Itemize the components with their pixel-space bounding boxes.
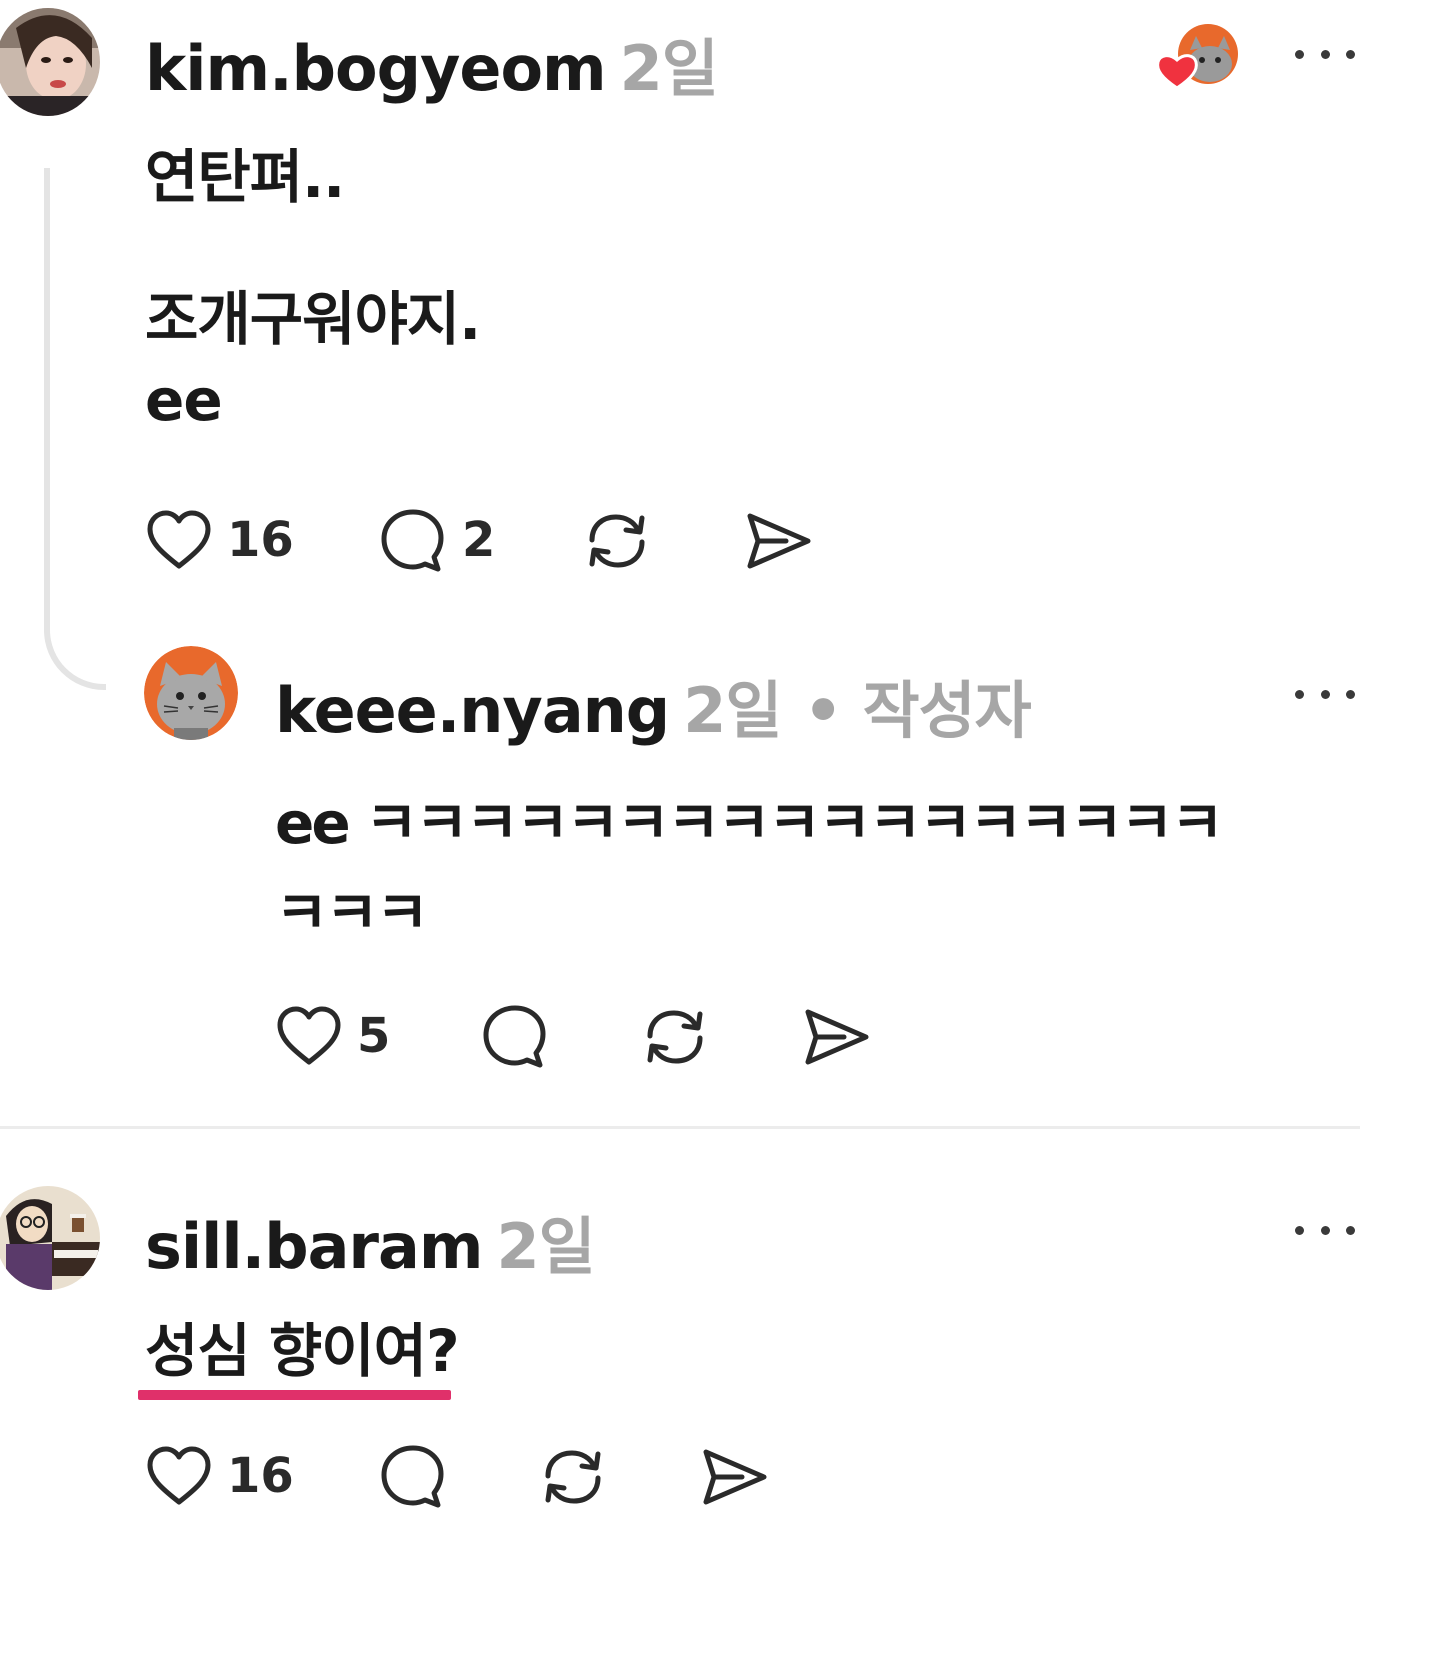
like-button[interactable]: 16 xyxy=(145,1444,294,1508)
like-button[interactable]: 16 xyxy=(145,508,294,572)
comment-count: 2 xyxy=(462,512,496,568)
repost-icon xyxy=(647,1010,703,1064)
more-icon-dot xyxy=(1346,1225,1355,1235)
username-keee-nyang[interactable]: keee.nyang 2일 • 작성자 xyxy=(275,660,1032,750)
post-text-line: 연탄펴.. xyxy=(145,143,345,211)
post-text-line: 성심 향이여? xyxy=(145,1317,460,1385)
username-text[interactable]: keee.nyang xyxy=(275,674,670,747)
reply-text-line: ㅋㅋㅋ xyxy=(275,879,429,947)
more-icon-dot xyxy=(1320,689,1330,699)
repost-button[interactable] xyxy=(582,506,652,576)
repost-button[interactable] xyxy=(640,1002,710,1072)
author-badge: • 작성자 xyxy=(803,674,1031,747)
more-icon-dot xyxy=(1320,49,1330,59)
username-text[interactable]: sill.baram xyxy=(145,1210,483,1283)
comment-icon xyxy=(483,1005,546,1068)
comment-button[interactable] xyxy=(378,1442,448,1510)
post-text-line: 조개구워야지. xyxy=(145,285,481,353)
comment-button[interactable]: 2 xyxy=(378,506,495,574)
repost-icon xyxy=(589,514,645,568)
post-text-line: ee xyxy=(145,366,223,434)
username-text[interactable]: kim.bogyeom xyxy=(145,32,607,105)
share-button[interactable] xyxy=(744,508,814,574)
liked-by-author-icon[interactable] xyxy=(1152,22,1242,96)
send-icon xyxy=(805,1009,869,1065)
comment-button[interactable] xyxy=(480,1002,550,1070)
more-icon-dot xyxy=(1346,689,1355,699)
comment-icon xyxy=(381,509,444,572)
more-icon-dot xyxy=(1295,49,1304,59)
post-time: 2일 xyxy=(496,1210,595,1283)
like-count: 16 xyxy=(227,512,294,568)
share-button[interactable] xyxy=(802,1004,872,1070)
more-options-button[interactable] xyxy=(1295,44,1355,64)
send-icon xyxy=(703,1449,767,1505)
more-options-button[interactable] xyxy=(1295,684,1355,704)
like-count: 5 xyxy=(357,1008,391,1064)
send-icon xyxy=(747,513,811,569)
username-kim-bogyeom[interactable]: kim.bogyeom 2일 xyxy=(145,18,719,108)
repost-icon xyxy=(545,1450,601,1504)
post-divider xyxy=(0,1126,1360,1129)
comment-icon xyxy=(381,1445,444,1508)
thread-connector-line xyxy=(44,168,106,690)
post-time: 2일 xyxy=(619,32,719,105)
more-icon-dot xyxy=(1295,1225,1304,1235)
highlight-underline xyxy=(138,1390,451,1400)
avatar-kim-bogyeom[interactable] xyxy=(0,8,100,116)
heart-icon xyxy=(277,1006,341,1065)
more-icon-dot xyxy=(1295,689,1304,699)
like-count: 16 xyxy=(227,1448,294,1504)
avatar-sill-baram[interactable] xyxy=(0,1186,100,1290)
reply-text-line: ee ㅋㅋㅋㅋㅋㅋㅋㅋㅋㅋㅋㅋㅋㅋㅋㅋㅋ xyxy=(275,789,1224,857)
share-button[interactable] xyxy=(700,1444,770,1510)
heart-icon xyxy=(147,510,211,569)
more-options-button[interactable] xyxy=(1295,1220,1355,1240)
more-icon-dot xyxy=(1320,1225,1330,1235)
avatar-keee-nyang[interactable] xyxy=(144,646,238,740)
more-icon-dot xyxy=(1346,49,1355,59)
like-button[interactable]: 5 xyxy=(275,1004,390,1068)
heart-icon xyxy=(147,1446,211,1505)
repost-button[interactable] xyxy=(538,1442,608,1512)
username-sill-baram[interactable]: sill.baram 2일 xyxy=(145,1196,596,1286)
post-time: 2일 xyxy=(683,674,782,747)
